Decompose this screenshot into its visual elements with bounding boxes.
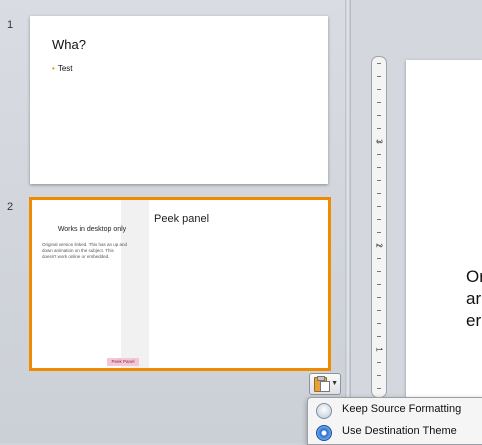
slide-thumbnail-pane: 1 Wha? • Test 2 Works in desktop only Ori… <box>0 0 345 443</box>
ruler-tick <box>377 245 381 246</box>
menu-item-label: Use Destination Theme <box>342 425 457 437</box>
ruler-tick <box>377 258 381 259</box>
ruler-tick <box>377 336 381 337</box>
ruler-tick <box>377 323 381 324</box>
paste-sheet-icon <box>320 381 330 392</box>
paste-options-button[interactable]: ▼ <box>309 373 341 395</box>
ruler-tick <box>377 219 381 220</box>
ruler-tick <box>377 297 381 298</box>
slide-thumbnail-1[interactable]: Wha? • Test <box>30 16 328 184</box>
slide-text-line: er <box>466 311 482 330</box>
radio-selected-icon <box>316 425 332 441</box>
menu-item-keep-source-formatting[interactable]: Keep Source Formatting <box>308 399 482 421</box>
chevron-down-icon: ▼ <box>331 380 338 387</box>
slide-title: Wha? <box>52 37 86 52</box>
slide-left-body: Original version linked. This has an up … <box>42 242 127 259</box>
slide-text-line: ar <box>466 289 482 308</box>
ruler-tick <box>377 63 381 64</box>
ruler-tick <box>377 388 381 389</box>
slide-title: Peek panel <box>154 213 210 225</box>
menu-item-use-destination-theme[interactable]: Use Destination Theme <box>308 421 482 443</box>
slide-peek-panel-button: Peek Panel <box>107 358 139 366</box>
ruler-tick <box>377 206 381 207</box>
ruler-tick <box>377 232 381 233</box>
ruler-tick <box>377 76 381 77</box>
ruler-tick <box>377 310 381 311</box>
ruler-tick <box>377 102 381 103</box>
ruler-tick <box>377 154 381 155</box>
ruler-tick <box>377 128 381 129</box>
paste-options-menu: Keep Source Formatting Use Destination T… <box>307 397 482 445</box>
ruler-tick <box>377 375 381 376</box>
ruler-tick <box>377 141 381 142</box>
ruler-tick <box>377 193 381 194</box>
ruler-tick <box>377 349 381 350</box>
radio-icon <box>316 403 332 419</box>
vertical-ruler: 3 2 1 <box>371 56 387 398</box>
slide-thumbnail-2[interactable]: Works in desktop only Original version l… <box>29 197 331 371</box>
ruler-tick <box>377 167 381 168</box>
bullet-text: Test <box>57 64 73 73</box>
bullet-icon: • <box>52 64 55 73</box>
main-slide-canvas[interactable]: Or ar er <box>406 60 482 400</box>
slide-number-2: 2 <box>7 201 14 213</box>
ruler-tick <box>377 362 381 363</box>
slide-text-line: Or <box>466 267 482 286</box>
menu-item-label: Keep Source Formatting <box>342 403 462 415</box>
ruler-tick <box>377 180 381 181</box>
slide-number-1: 1 <box>7 19 14 31</box>
ruler-tick <box>377 271 381 272</box>
ruler-tick <box>377 115 381 116</box>
ruler-tick <box>377 284 381 285</box>
ruler-tick <box>377 89 381 90</box>
slide-left-heading: Works in desktop only <box>57 226 127 233</box>
slide-bullet: • Test <box>52 64 72 73</box>
